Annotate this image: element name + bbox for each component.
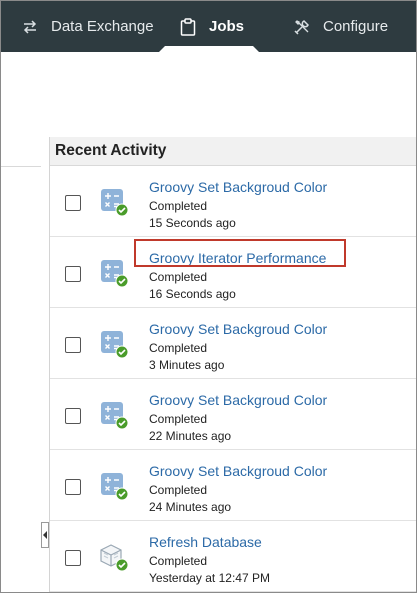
job-status: Completed <box>149 199 208 213</box>
job-title-link[interactable]: Groovy Set Backgroud Color <box>149 463 327 479</box>
job-timestamp: 15 Seconds ago <box>149 216 236 230</box>
job-title-link[interactable]: Groovy Set Backgroud Color <box>149 392 327 408</box>
activity-row: Groovy Set Backgroud Color Completed 3 M… <box>50 308 416 379</box>
job-timestamp: Yesterday at 12:47 PM <box>149 571 270 585</box>
calculation-icon <box>100 472 130 502</box>
clipboard-icon <box>179 17 197 36</box>
nav-data-exchange[interactable]: Data Exchange <box>21 1 154 52</box>
job-title-link[interactable]: Groovy Set Backgroud Color <box>149 321 327 337</box>
collapse-arrow-icon <box>43 531 47 539</box>
calculation-icon <box>100 330 130 360</box>
nav-configure[interactable]: Configure <box>293 1 388 52</box>
row-checkbox[interactable] <box>65 408 81 424</box>
activity-row: Groovy Iterator Performance Completed 16… <box>50 237 416 308</box>
activity-row: Groovy Set Backgroud Color Completed 15 … <box>50 166 416 237</box>
job-status: Completed <box>149 554 208 568</box>
calculation-icon <box>100 401 130 431</box>
row-checkbox[interactable] <box>65 195 81 211</box>
job-status: Completed <box>149 270 208 284</box>
job-timestamp: 22 Minutes ago <box>149 429 232 443</box>
calculation-icon <box>100 188 130 218</box>
job-timestamp: 24 Minutes ago <box>149 500 232 514</box>
row-checkbox[interactable] <box>65 479 81 495</box>
top-navigation: Data Exchange Jobs Configure <box>1 1 416 52</box>
recent-activity-panel: Recent Activity Groovy Set Backgroud Col… <box>49 137 416 592</box>
activity-row: Refresh Database Completed Yesterday at … <box>50 521 416 592</box>
nav-configure-label: Configure <box>323 18 389 35</box>
left-divider <box>1 166 41 167</box>
panel-title: Recent Activity <box>50 137 416 166</box>
calculation-icon <box>100 259 130 289</box>
row-checkbox[interactable] <box>65 337 81 353</box>
job-status: Completed <box>149 483 208 497</box>
window-frame: Data Exchange Jobs Configure Recent Acti… <box>0 0 417 593</box>
nav-data-exchange-label: Data Exchange <box>51 18 154 35</box>
nav-jobs-label: Jobs <box>209 18 245 35</box>
swap-arrows-icon <box>21 18 39 36</box>
job-status: Completed <box>149 412 208 426</box>
job-title-link[interactable]: Refresh Database <box>149 534 262 550</box>
tools-icon <box>293 18 311 36</box>
job-timestamp: 3 Minutes ago <box>149 358 225 372</box>
job-timestamp: 16 Seconds ago <box>149 287 236 301</box>
activity-row: Groovy Set Backgroud Color Completed 22 … <box>50 379 416 450</box>
row-checkbox[interactable] <box>65 266 81 282</box>
activity-row: Groovy Set Backgroud Color Completed 24 … <box>50 450 416 521</box>
panel-collapse-handle[interactable] <box>41 522 49 548</box>
job-title-link[interactable]: Groovy Set Backgroud Color <box>149 179 327 195</box>
row-checkbox[interactable] <box>65 550 81 566</box>
job-title-link[interactable]: Groovy Iterator Performance <box>149 250 326 266</box>
database-cube-icon <box>100 543 130 573</box>
nav-jobs[interactable]: Jobs <box>179 1 244 52</box>
job-status: Completed <box>149 341 208 355</box>
